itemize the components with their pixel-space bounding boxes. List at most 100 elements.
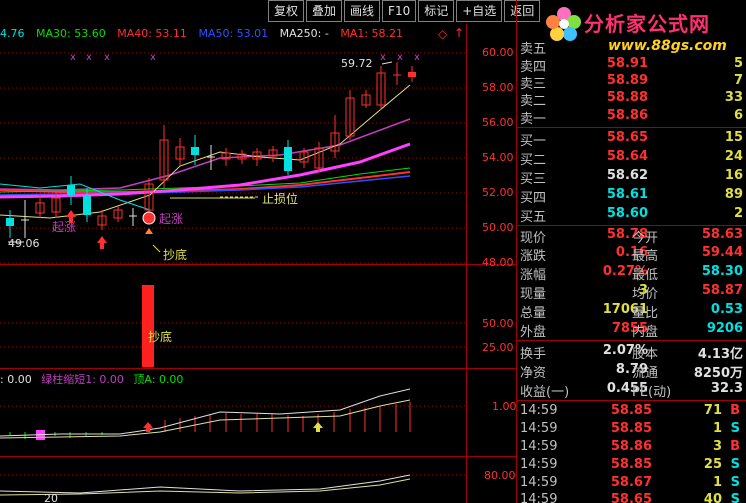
bid-row[interactable]: 买三 58.62 16: [518, 168, 746, 187]
trade-volume: 25: [703, 457, 722, 472]
bid-volume: 2: [733, 206, 743, 221]
quote-row: 现价 58.78 今开 58.63: [518, 227, 746, 246]
high-price-label: 59.72: [341, 57, 373, 70]
bid-row[interactable]: 买一 58.65 15: [518, 130, 746, 149]
macd-indicator-chart[interactable]: [0, 384, 466, 456]
quote-row: 现量 3 均价 58.87: [518, 283, 746, 302]
fundamental-label: PE(动): [632, 385, 672, 400]
bid-volume: 16: [724, 168, 743, 183]
y-tick: 50.00: [482, 221, 514, 234]
y-tick: 60.00: [482, 46, 514, 59]
quote-row: 总量 17061 量比 0.53: [518, 302, 746, 321]
bid-label: 买三: [520, 172, 547, 187]
ask-row[interactable]: 卖五: [518, 38, 746, 57]
quote-value: 58.63: [701, 227, 743, 242]
ask-row[interactable]: 卖二 58.88 33: [518, 90, 746, 109]
quote-label: 均价: [632, 287, 659, 302]
mark-button[interactable]: 标记: [418, 0, 455, 22]
svg-text:x: x: [150, 52, 156, 63]
ask-volume: 5: [733, 56, 743, 71]
overlay-button[interactable]: 叠加: [306, 0, 343, 22]
fundamental-label: 净资: [520, 366, 547, 381]
back-button[interactable]: 返回: [504, 0, 541, 22]
trade-row: 14:59 58.85 1 S: [518, 421, 746, 438]
quote-label: 今开: [632, 231, 659, 246]
trade-direction: B: [730, 403, 740, 418]
y-tick: 1.00: [492, 400, 517, 413]
bid-price: 58.64: [606, 149, 648, 164]
fundamental-row: 换手 2.07% 股本 4.13亿: [518, 343, 746, 362]
trade-price: 58.67: [610, 475, 652, 490]
ask-row[interactable]: 卖三 58.89 7: [518, 73, 746, 92]
signal-label-rise: 起涨: [52, 220, 77, 234]
ask-row[interactable]: 卖四 58.91 5: [518, 56, 746, 75]
bid-label: 买二: [520, 153, 547, 168]
bid-row[interactable]: 买五 58.60 2: [518, 206, 746, 225]
ask-label: 卖一: [520, 112, 547, 127]
trade-row: 14:59 58.85 71 B: [518, 403, 746, 420]
trade-price: 58.85: [610, 457, 652, 472]
add-watchlist-button[interactable]: +自选: [456, 0, 503, 22]
indicator-bottom-label: 20: [44, 492, 58, 503]
bid-label: 买五: [520, 210, 547, 225]
signal-indicator-chart[interactable]: [0, 265, 466, 368]
kdj-indicator-chart[interactable]: [0, 457, 466, 503]
ma-legend-item: MA40: 53.11: [117, 27, 187, 40]
stop-loss-label: 止损位: [262, 192, 299, 206]
y-axis-main: 60.00 58.00 56.00 54.00 52.00 50.00 48.0…: [468, 24, 516, 269]
quote-label: 最低: [632, 268, 659, 283]
ma-legend-item: 4.76: [0, 27, 25, 40]
quote-divider: [517, 340, 746, 341]
svg-text:x: x: [104, 52, 110, 63]
svg-text:x: x: [380, 52, 386, 63]
diamond-icon[interactable]: ◇: [438, 27, 447, 41]
trade-time: 14:59: [520, 457, 558, 472]
draw-line-button[interactable]: 画线: [344, 0, 381, 22]
fundamental-label: 股本: [632, 347, 659, 362]
trade-time: 14:59: [520, 492, 558, 503]
restore-rights-button[interactable]: 复权: [268, 0, 305, 22]
f10-button[interactable]: F10: [382, 0, 417, 22]
trade-volume: 3: [712, 439, 722, 454]
trade-row: 14:59 58.85 25 S: [518, 457, 746, 474]
bid-label: 买四: [520, 191, 547, 206]
signal-label-rise: 起涨: [159, 212, 184, 226]
order-book-divider: [517, 225, 746, 226]
trade-volume: 1: [712, 421, 722, 436]
trade-row: 14:59 58.67 1 S: [518, 475, 746, 492]
trade-time: 14:59: [520, 439, 558, 454]
fundamental-row: 收益(一) 0.455 PE(动) 32.3: [518, 381, 746, 400]
ask-label: 卖二: [520, 94, 547, 109]
trade-row: 14:59 58.86 3 B: [518, 439, 746, 456]
trade-direction: B: [730, 439, 740, 454]
svg-text:x: x: [397, 52, 403, 63]
ask-row[interactable]: 卖一 58.86 6: [518, 108, 746, 127]
trade-time: 14:59: [520, 475, 558, 490]
fundamental-label: 收益(一): [520, 385, 570, 400]
quote-label: 现量: [520, 287, 547, 302]
bid-row[interactable]: 买四 58.61 89: [518, 187, 746, 206]
ask-price: 58.91: [606, 56, 648, 71]
ma-legend: 4.76 MA30: 53.60 MA40: 53.11 MA50: 53.01…: [0, 27, 411, 40]
quote-label: 内盘: [632, 325, 659, 340]
bid-volume: 24: [724, 149, 743, 164]
quote-label: 量比: [632, 306, 659, 321]
trade-direction: S: [730, 492, 740, 503]
quote-row: 外盘 7855 内盘 9206: [518, 321, 746, 340]
flower-icon: [546, 6, 582, 42]
panel-divider: [516, 0, 517, 503]
y-tick: 52.00: [482, 186, 514, 199]
trade-direction: S: [730, 421, 740, 436]
arrow-up-icon[interactable]: ↑: [454, 26, 464, 40]
logo-title: 分析家公式网: [584, 12, 710, 36]
bid-row[interactable]: 买二 58.64 24: [518, 149, 746, 168]
quote-label: 总量: [520, 306, 547, 321]
fundamental-value: 8250万: [693, 366, 743, 381]
ma-legend-item: MA1: 58.21: [340, 27, 404, 40]
quote-label: 现价: [520, 231, 547, 246]
quote-value: 58.30: [701, 264, 743, 279]
quote-label: 最高: [632, 249, 659, 264]
y-tick: 50.00: [482, 317, 514, 330]
quote-label: 外盘: [520, 325, 547, 340]
y-tick: 54.00: [482, 151, 514, 164]
